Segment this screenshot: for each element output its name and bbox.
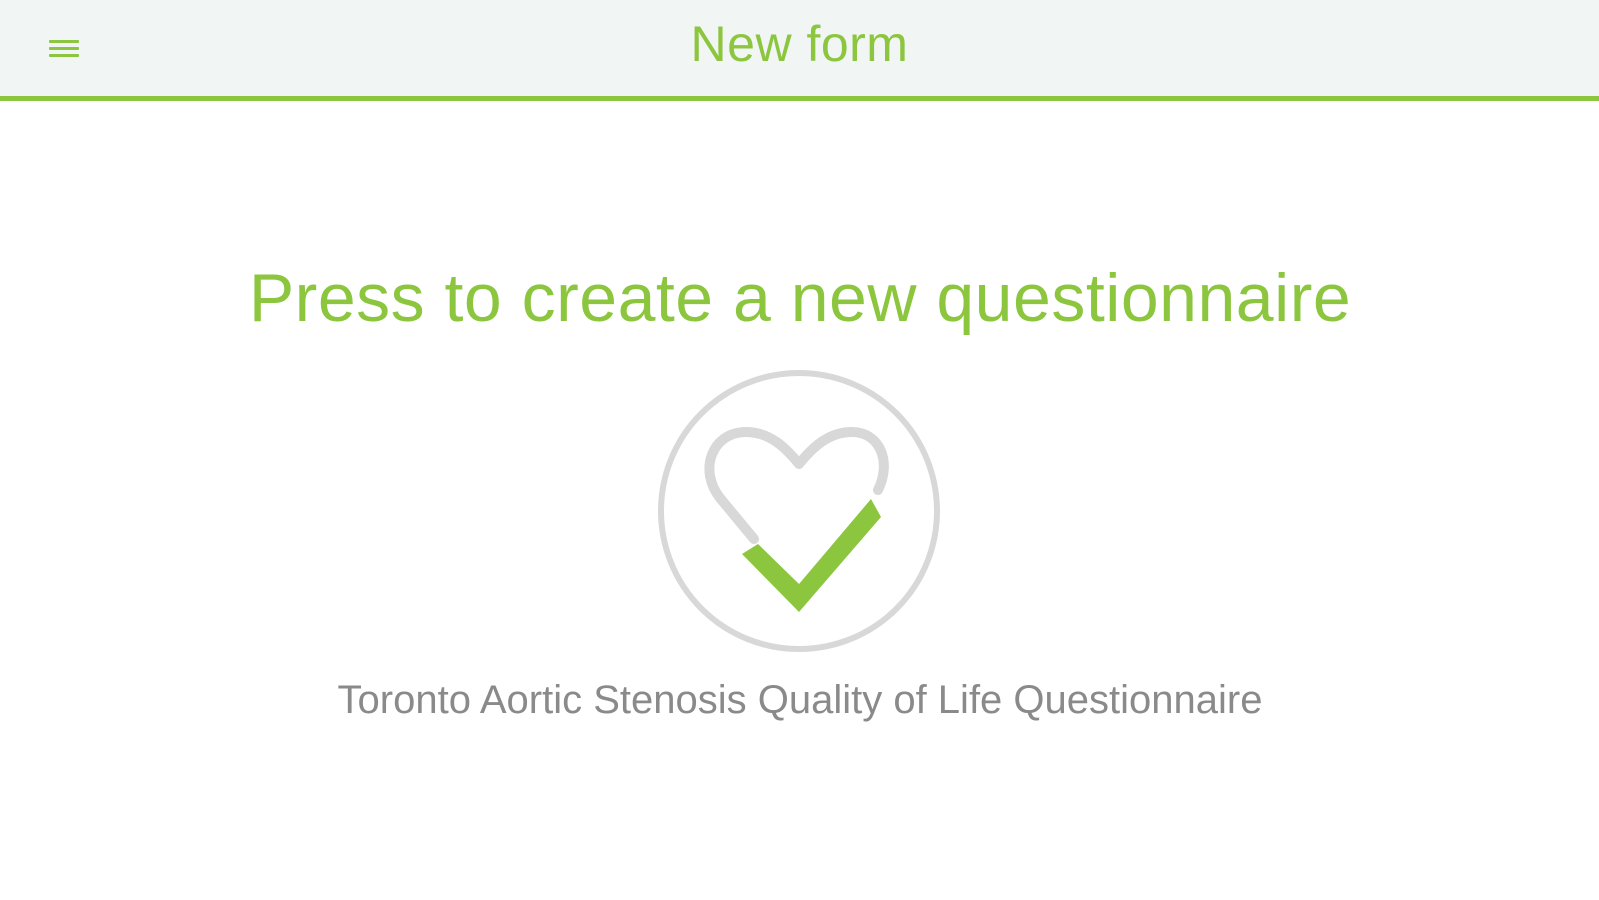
questionnaire-name: Toronto Aortic Stenosis Quality of Life …: [337, 678, 1263, 722]
create-questionnaire-button[interactable]: Press to create a new questionnaire Toro…: [160, 230, 1440, 750]
heart-check-icon: [658, 370, 940, 652]
page-title: New form: [690, 16, 909, 72]
top-bar: New form: [0, 0, 1599, 101]
check-mark: [742, 499, 881, 612]
app-window: New form Press to create a new questionn…: [0, 0, 1599, 900]
create-prompt: Press to create a new questionnaire: [248, 260, 1352, 336]
